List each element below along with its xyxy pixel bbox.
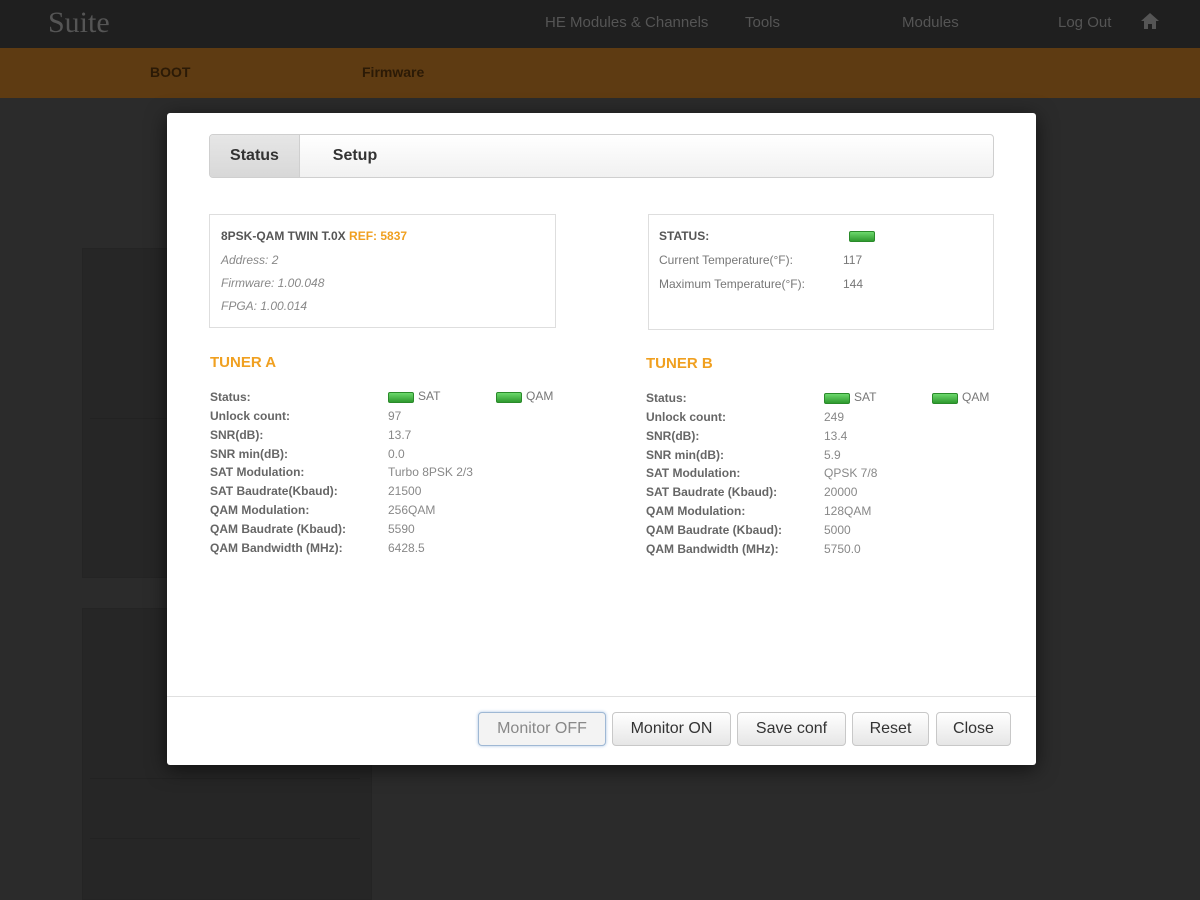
device-info-box: 8PSK-QAM TWIN T.0X REF: 5837 Address: 2 … xyxy=(209,214,556,328)
tuner-a-qam-led-icon xyxy=(496,392,522,403)
tuner-b-title: TUNER B xyxy=(646,355,713,372)
save-conf-button[interactable]: Save conf xyxy=(737,712,846,746)
device-firmware: Firmware: 1.00.048 xyxy=(221,276,325,290)
app-logo: Suite xyxy=(48,6,110,39)
monitor-off-button[interactable]: Monitor OFF xyxy=(478,712,606,746)
tuner-b-label: QAM Baudrate (Kbaud): xyxy=(646,523,782,537)
tuner-b-label: QAM Modulation: xyxy=(646,504,746,518)
tuner-a-qam-label: QAM xyxy=(526,389,554,403)
menu-boot[interactable]: BOOT xyxy=(150,64,190,80)
tuner-a-value: 13.7 xyxy=(388,428,412,442)
app-menu-bar: BOOT Firmware xyxy=(0,48,1200,98)
tuner-a-sat-label: SAT xyxy=(418,389,441,403)
tab-status[interactable]: Status xyxy=(210,135,300,177)
tuner-b-value: 20000 xyxy=(824,485,858,499)
tuner-a-label: SAT Baudrate(Kbaud): xyxy=(210,484,338,498)
current-temp-value: 117 xyxy=(843,253,863,267)
tuner-b-label: SAT Modulation: xyxy=(646,466,741,480)
tuner-b-qam-label: QAM xyxy=(962,390,990,404)
tuner-a-label: QAM Baudrate (Kbaud): xyxy=(210,522,346,536)
tuner-a-label: SNR(dB): xyxy=(210,428,264,442)
tuner-a-value: 0.0 xyxy=(388,447,405,461)
topnav-modules[interactable]: Modules xyxy=(902,14,959,31)
topnav-channels[interactable]: HE Modules & Channels xyxy=(545,14,708,31)
tuner-b-label: SNR min(dB): xyxy=(646,448,724,462)
tuner-b-value: 13.4 xyxy=(824,429,848,443)
tuner-a-value: 256QAM xyxy=(388,503,436,517)
tuner-b-label: Unlock count: xyxy=(646,410,726,424)
tuner-a-sat-led-icon xyxy=(388,392,414,403)
tuner-a-value: Turbo 8PSK 2/3 xyxy=(388,465,473,479)
tuner-b-label: SAT Baudrate (Kbaud): xyxy=(646,485,778,499)
status-box: STATUS: Current Temperature(°F): 117 Max… xyxy=(648,214,994,330)
tuner-b-label: Status: xyxy=(646,391,687,405)
tuner-b-sat-label: SAT xyxy=(854,390,877,404)
tuner-b-value: QPSK 7/8 xyxy=(824,466,878,480)
tuner-a-value: 21500 xyxy=(388,484,422,498)
tuner-b-qam-led-icon xyxy=(932,393,958,404)
tuner-b-label: QAM Bandwidth (MHz): xyxy=(646,542,779,556)
home-icon[interactable] xyxy=(1140,12,1160,30)
monitor-on-button[interactable]: Monitor ON xyxy=(612,712,731,746)
bg-divider xyxy=(90,778,360,779)
tuner-a-value: 5590 xyxy=(388,522,415,536)
tuner-a-label: Status: xyxy=(210,390,251,404)
device-fpga: FPGA: 1.00.014 xyxy=(221,299,308,313)
tuner-a-label: Unlock count: xyxy=(210,409,290,423)
bg-divider xyxy=(90,838,360,839)
device-ref: REF: 5837 xyxy=(349,229,408,243)
tab-setup[interactable]: Setup xyxy=(310,135,400,177)
module-status-dialog: Status Setup 8PSK-QAM TWIN T.0X REF: 583… xyxy=(167,113,1036,765)
tuner-a-label: QAM Modulation: xyxy=(210,503,310,517)
max-temp-label: Maximum Temperature(°F): xyxy=(659,277,805,291)
tuner-a-title: TUNER A xyxy=(210,354,277,371)
tuner-b-value: 5000 xyxy=(824,523,851,537)
status-label: STATUS: xyxy=(659,229,710,243)
tuner-b-sat-led-icon xyxy=(824,393,850,404)
tab-bar: Status Setup xyxy=(209,134,994,178)
menu-firmware[interactable]: Firmware xyxy=(362,64,424,80)
topnav-logout[interactable]: Log Out xyxy=(1058,14,1111,31)
current-temp-label: Current Temperature(°F): xyxy=(659,253,793,267)
close-button[interactable]: Close xyxy=(936,712,1011,746)
device-model-name: 8PSK-QAM TWIN T.0X xyxy=(221,229,346,243)
tuner-b-label: SNR(dB): xyxy=(646,429,700,443)
reset-button[interactable]: Reset xyxy=(852,712,929,746)
status-led-icon xyxy=(849,231,875,242)
tuner-a-value: 6428.5 xyxy=(388,541,425,555)
topnav-tools[interactable]: Tools xyxy=(745,14,780,31)
tuner-a-label: SNR min(dB): xyxy=(210,447,288,461)
tuner-b-value: 128QAM xyxy=(824,504,872,518)
device-model: 8PSK-QAM TWIN T.0X REF: 5837 xyxy=(221,229,407,243)
device-address: Address: 2 xyxy=(221,253,279,267)
tuner-b-value: 5.9 xyxy=(824,448,841,462)
tuner-a-value: 97 xyxy=(388,409,402,423)
footer-divider xyxy=(167,696,1036,697)
tuner-a-label: QAM Bandwidth (MHz): xyxy=(210,541,343,555)
app-top-bar: Suite HE Modules & Channels Tools Module… xyxy=(0,0,1200,48)
tuner-a-label: SAT Modulation: xyxy=(210,465,305,479)
tuner-b-value: 5750.0 xyxy=(824,542,861,556)
tuner-b-value: 249 xyxy=(824,410,845,424)
max-temp-value: 144 xyxy=(843,277,864,291)
